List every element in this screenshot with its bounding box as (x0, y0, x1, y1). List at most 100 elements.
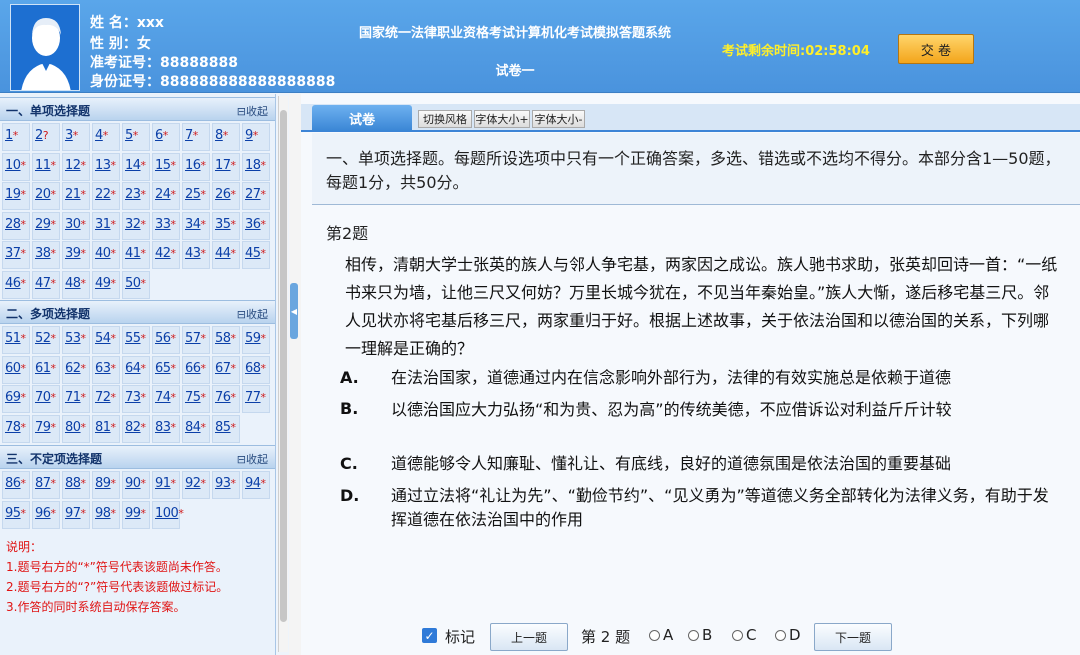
question-link[interactable]: 80* (62, 414, 90, 443)
question-link[interactable]: 31* (92, 211, 120, 240)
question-number-link[interactable]: 94 (245, 476, 261, 491)
question-number-link[interactable]: 30 (65, 217, 81, 232)
option-d-text[interactable]: 通过立法将“礼让为先”、“勤俭节约”、“见义勇为”等道德义务全部转化为法律义务，… (391, 484, 1056, 532)
question-number-link[interactable]: 97 (65, 506, 81, 521)
question-link[interactable]: 83* (152, 414, 180, 443)
question-link[interactable]: 75* (182, 385, 210, 413)
question-link[interactable]: 30* (62, 211, 90, 240)
question-link[interactable]: 53* (62, 326, 90, 354)
question-link[interactable]: 51* (2, 326, 30, 354)
question-link[interactable]: 91* (152, 471, 180, 499)
question-number-link[interactable]: 34 (185, 217, 201, 232)
question-link[interactable]: 7* (182, 123, 210, 151)
question-number-link[interactable]: 38 (35, 246, 51, 261)
question-number-link[interactable]: 14 (125, 158, 141, 173)
question-number-link[interactable]: 52 (35, 331, 51, 346)
question-number-link[interactable]: 44 (215, 246, 231, 261)
question-number-link[interactable]: 86 (5, 476, 21, 491)
question-link[interactable]: 5* (122, 123, 150, 151)
question-link[interactable]: 25* (182, 182, 210, 210)
question-link[interactable]: 4* (92, 123, 120, 151)
question-link[interactable]: 48* (62, 270, 90, 299)
question-number-link[interactable]: 61 (35, 361, 51, 376)
question-number-link[interactable]: 96 (35, 506, 51, 521)
question-link[interactable]: 70* (32, 385, 60, 413)
question-link[interactable]: 9* (242, 123, 270, 151)
question-link[interactable]: 73* (122, 385, 150, 413)
question-link[interactable]: 66* (182, 355, 210, 384)
question-number-link[interactable]: 71 (65, 390, 81, 405)
question-number-link[interactable]: 32 (125, 217, 141, 232)
option-b-text[interactable]: 以德治国应大力弘扬“和为贵、忍为高”的传统美德，不应借诉讼对利益斤斤计较 (391, 398, 1056, 422)
mark-checkbox[interactable]: ✓ (422, 628, 437, 643)
question-link[interactable]: 71* (62, 385, 90, 413)
question-link[interactable]: 8* (212, 123, 240, 151)
question-number-link[interactable]: 60 (5, 361, 21, 376)
question-number-link[interactable]: 40 (95, 246, 111, 261)
question-number-link[interactable]: 37 (5, 246, 21, 261)
question-link[interactable]: 100* (152, 500, 184, 529)
question-link[interactable]: 98* (92, 500, 120, 529)
question-link[interactable]: 85* (212, 414, 240, 443)
question-number-link[interactable]: 87 (35, 476, 51, 491)
question-number-link[interactable]: 63 (95, 361, 111, 376)
question-number-link[interactable]: 98 (95, 506, 111, 521)
question-link[interactable]: 77* (242, 385, 270, 413)
question-number-link[interactable]: 99 (125, 506, 141, 521)
question-number-link[interactable]: 84 (185, 420, 201, 435)
option-c-text[interactable]: 道德能够令人知廉耻、懂礼让、有底线，良好的道德氛围是依法治国的重要基础 (391, 452, 1056, 476)
question-link[interactable]: 17* (212, 152, 240, 181)
option-d-letter[interactable]: D. (340, 486, 359, 505)
question-number-link[interactable]: 13 (95, 158, 111, 173)
question-number-link[interactable]: 25 (185, 187, 201, 202)
question-link[interactable]: 22* (92, 182, 120, 210)
question-number-link[interactable]: 1 (5, 128, 13, 143)
question-link[interactable]: 74* (152, 385, 180, 413)
question-number-link[interactable]: 24 (155, 187, 171, 202)
question-link[interactable]: 99* (122, 500, 150, 529)
font-increase-button[interactable]: 字体大小+ (474, 110, 530, 128)
question-number-link[interactable]: 47 (35, 276, 51, 291)
left-scrollbar-thumb[interactable] (280, 110, 287, 622)
question-number-link[interactable]: 3 (65, 128, 73, 143)
question-number-link[interactable]: 49 (95, 276, 111, 291)
question-link[interactable]: 26* (212, 182, 240, 210)
question-number-link[interactable]: 15 (155, 158, 171, 173)
question-number-link[interactable]: 72 (95, 390, 111, 405)
question-link[interactable]: 11* (32, 152, 60, 181)
question-link[interactable]: 96* (32, 500, 60, 529)
next-question-button[interactable]: 下一题 (814, 623, 892, 651)
question-link[interactable]: 23* (122, 182, 150, 210)
question-link[interactable]: 67* (212, 355, 240, 384)
question-link[interactable]: 56* (152, 326, 180, 354)
answer-label-d[interactable]: D (789, 626, 801, 644)
question-link[interactable]: 32* (122, 211, 150, 240)
answer-label-c[interactable]: C (746, 626, 756, 644)
question-number-link[interactable]: 50 (125, 276, 141, 291)
question-number-link[interactable]: 36 (245, 217, 261, 232)
question-link[interactable]: 57* (182, 326, 210, 354)
question-number-link[interactable]: 91 (155, 476, 171, 491)
question-link[interactable]: 63* (92, 355, 120, 384)
question-number-link[interactable]: 58 (215, 331, 231, 346)
question-link[interactable]: 6* (152, 123, 180, 151)
question-number-link[interactable]: 76 (215, 390, 231, 405)
question-link[interactable]: 58* (212, 326, 240, 354)
question-number-link[interactable]: 79 (35, 420, 51, 435)
option-b-letter[interactable]: B. (340, 399, 358, 418)
question-link[interactable]: 20* (32, 182, 60, 210)
answer-label-a[interactable]: A (663, 626, 673, 644)
question-number-link[interactable]: 54 (95, 331, 111, 346)
question-link[interactable]: 42* (152, 241, 180, 269)
question-number-link[interactable]: 46 (5, 276, 21, 291)
collapse-button[interactable]: ⊟收起 (237, 103, 268, 119)
question-link[interactable]: 92* (182, 471, 210, 499)
question-number-link[interactable]: 8 (215, 128, 223, 143)
question-link[interactable]: 76* (212, 385, 240, 413)
question-link[interactable]: 3* (62, 123, 90, 151)
question-number-link[interactable]: 19 (5, 187, 21, 202)
question-number-link[interactable]: 16 (185, 158, 201, 173)
question-link[interactable]: 2? (32, 123, 60, 151)
question-link[interactable]: 44* (212, 241, 240, 269)
question-number-link[interactable]: 53 (65, 331, 81, 346)
